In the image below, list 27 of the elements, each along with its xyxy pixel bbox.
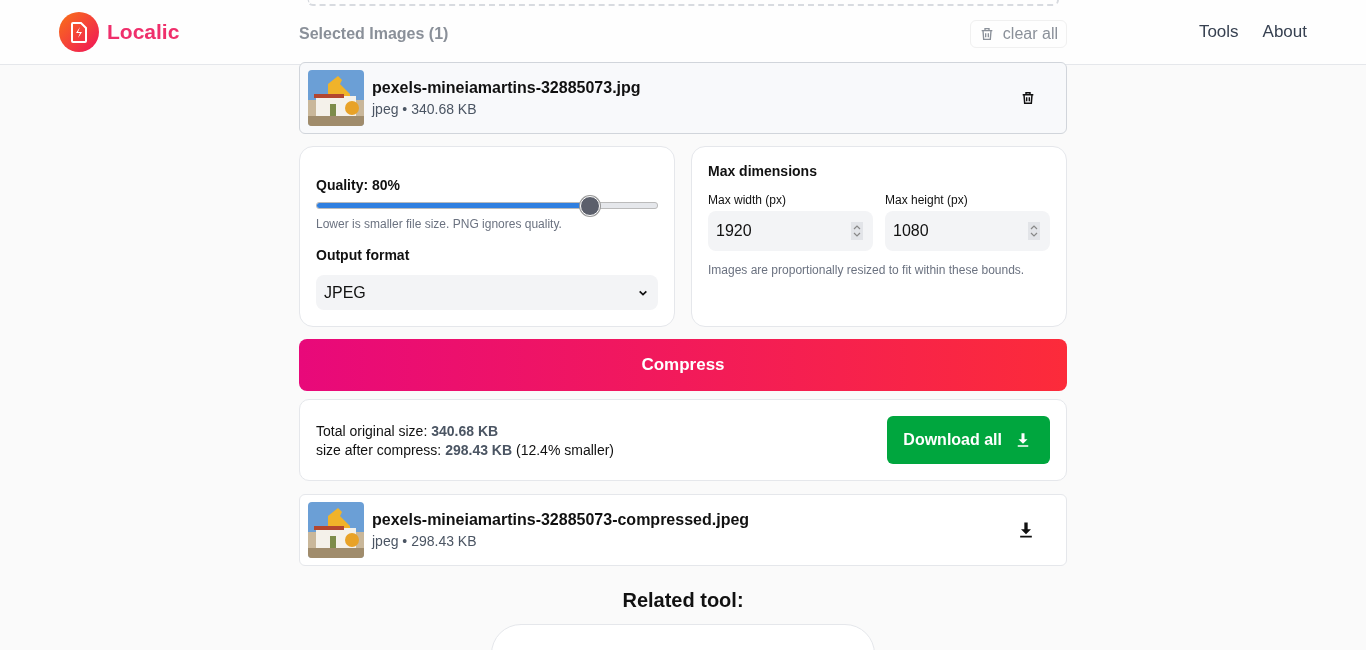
file-meta: jpeg • 298.43 KB [372,533,478,549]
quality-label: Quality: 80% [316,177,402,193]
nav-link[interactable]: About [1262,22,1307,42]
hint-text: Lower is smaller file size. PNG ignores quality. [316,217,563,231]
spinner-icon [1028,222,1040,240]
spinner-icon [851,222,863,240]
width-input[interactable]: 1920 [708,211,873,251]
compress-button[interactable]: Compress [299,339,1067,391]
format-select[interactable]: JPEG [316,275,658,310]
brand-name[interactable]: Localic [107,20,180,44]
summary-text: Total original size: 340.68 KB [316,422,500,439]
file-name: pexels-mineiamartins-32885073-compressed.jpeg [372,511,751,529]
height-label: Max height (px) [885,193,969,207]
dimensions-title: Max dimensions [708,163,818,179]
logo-icon [59,12,99,52]
width-label: Max width (px) [708,193,788,207]
trash-icon [1020,90,1036,106]
section-title: Selected Images (1) [299,25,449,43]
summary-text: size after compress: 298.43 KB (12.4% smaller) [316,441,614,458]
hint-text: Images are proportionally resized to fit within these bounds. [708,263,1026,277]
related-title: Related tool: [621,589,745,612]
height-input[interactable]: 1080 [885,211,1050,251]
file-meta: jpeg • 340.68 KB [372,101,478,117]
quality-slider[interactable] [316,195,658,215]
format-label: Output format [316,247,411,263]
nav-link[interactable]: Tools [1198,22,1239,42]
file-name: pexels-mineiamartins-32885073.jpg [372,79,642,97]
